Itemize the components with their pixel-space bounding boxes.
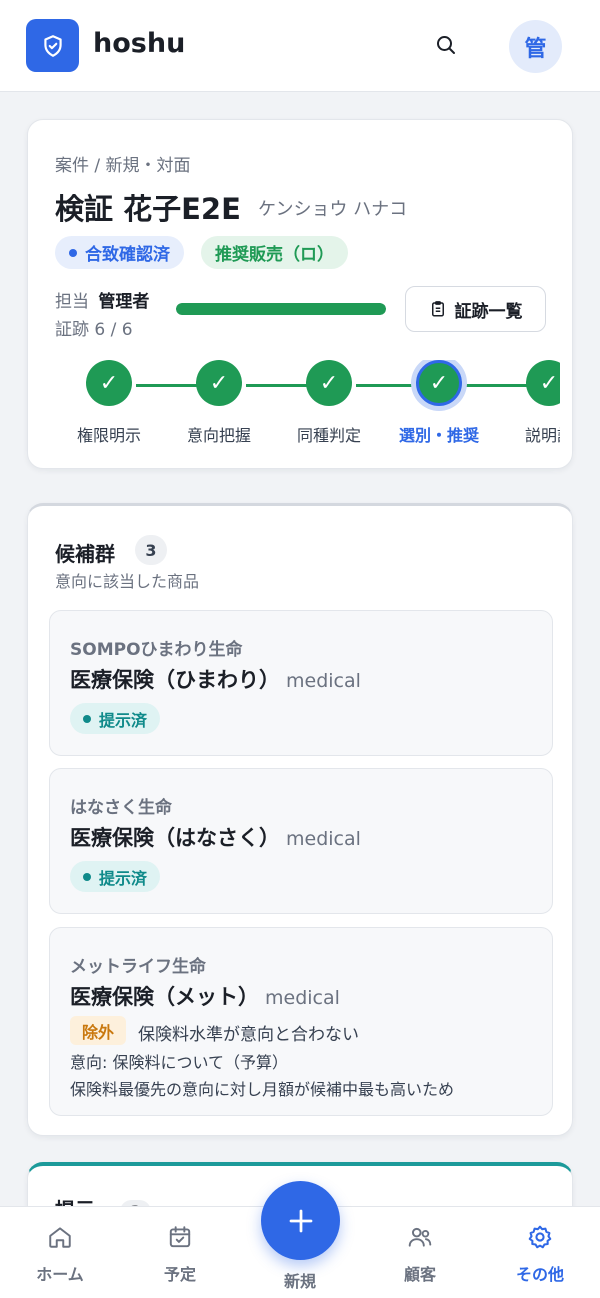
product-name: 医療保険（はなさく） medical	[70, 826, 361, 850]
section-subtitle: 意向に該当した商品	[55, 572, 200, 591]
status-badge: 提示済	[70, 703, 161, 734]
excluded-badge: 除外	[70, 1016, 127, 1045]
company-name: はなさく生命	[70, 798, 172, 818]
new-button-label: 新規	[283, 1272, 316, 1291]
nav-home[interactable]: ホーム	[0, 1207, 120, 1298]
count-badge: 3	[135, 535, 167, 565]
case-kana: ケンショウ ハナコ	[258, 199, 408, 220]
check-icon: ✓	[416, 360, 462, 406]
status-badge-match: 合致確認済	[55, 236, 184, 269]
company-name: SOMPOひまわり生命	[70, 640, 243, 660]
product-category: medical	[265, 987, 340, 1009]
step-explanation[interactable]: ✓ 説明記	[494, 360, 560, 446]
candidates-card: 候補群 3 意向に該当した商品 SOMPOひまわり生命 医療保険（ひまわり） me…	[27, 503, 573, 1136]
owner-name: 管理者	[98, 292, 150, 312]
calendar-check-icon	[169, 1226, 191, 1248]
step-selection[interactable]: ✓ 選別・推奨	[384, 360, 494, 446]
app-header: hoshu 管	[0, 0, 600, 92]
status-badge-recommend: 推奨販売（ロ）	[201, 236, 348, 269]
clipboard-icon	[431, 301, 444, 317]
check-icon: ✓	[86, 360, 132, 406]
status-dot-icon	[69, 248, 77, 257]
nav-more[interactable]: その他	[480, 1207, 600, 1298]
nav-schedule[interactable]: 予定	[120, 1207, 240, 1298]
check-icon: ✓	[306, 360, 352, 406]
product-name: 医療保険（メット） medical	[70, 985, 340, 1009]
nav-customers[interactable]: 顧客	[360, 1207, 480, 1298]
owner-line: 担当 管理者	[55, 292, 150, 312]
status-dot-icon	[83, 872, 91, 881]
check-icon: ✓	[196, 360, 242, 406]
evidence-list-button[interactable]: 証跡一覧	[405, 286, 546, 332]
case-card: 案件 / 新規・対面 検証 花子E2E ケンショウ ハナコ 合致確認済 推奨販売…	[27, 119, 573, 469]
home-icon	[49, 1227, 71, 1248]
excluded-detail: 保険料最優先の意向に対し月額が候補中最も高いため	[70, 1080, 455, 1099]
breadcrumb: 案件 / 新規・対面	[55, 156, 191, 176]
search-icon	[437, 36, 455, 54]
excluded-intent: 意向: 保険料について（予算）	[70, 1053, 288, 1072]
excluded-reason: 保険料水準が意向と合わない	[138, 1025, 359, 1045]
avatar[interactable]: 管	[509, 20, 562, 73]
product-category: medical	[286, 670, 361, 692]
company-name: メットライフ生命	[70, 957, 206, 977]
case-name: 検証 花子E2E	[55, 192, 241, 226]
candidate-item[interactable]: SOMPOひまわり生命 医療保険（ひまわり） medical 提示済	[49, 610, 553, 756]
plus-icon	[289, 1209, 312, 1232]
gear-icon	[528, 1225, 552, 1249]
process-stepper: ✓ 権限明示 ✓ 意向把握 ✓ 同種判定 ✓ 選別・推奨 ✓ 説明記	[28, 360, 560, 450]
product-category: medical	[286, 828, 361, 850]
evidence-progress-bar	[176, 303, 386, 315]
search-button[interactable]	[425, 24, 467, 66]
candidate-item[interactable]: はなさく生命 医療保険（はなさく） medical 提示済	[49, 768, 553, 914]
status-badge: 提示済	[70, 861, 161, 892]
new-button[interactable]	[261, 1181, 340, 1260]
users-icon	[408, 1227, 432, 1247]
step-same-kind[interactable]: ✓ 同種判定	[274, 360, 384, 446]
step-intent[interactable]: ✓ 意向把握	[164, 360, 274, 446]
status-dot-icon	[83, 714, 91, 723]
evidence-progress-fill	[176, 303, 386, 315]
app-name: hoshu	[93, 28, 186, 59]
candidate-item-excluded[interactable]: メットライフ生命 医療保険（メット） medical 除外 保険料水準が意向と合わ…	[49, 927, 553, 1116]
shield-logo-icon[interactable]	[26, 19, 79, 72]
section-title: 候補群	[55, 542, 115, 566]
check-icon: ✓	[526, 360, 560, 406]
evidence-count: 証跡 6 / 6	[55, 320, 133, 340]
step-authority[interactable]: ✓ 権限明示	[54, 360, 164, 446]
product-name: 医療保険（ひまわり） medical	[70, 668, 361, 692]
